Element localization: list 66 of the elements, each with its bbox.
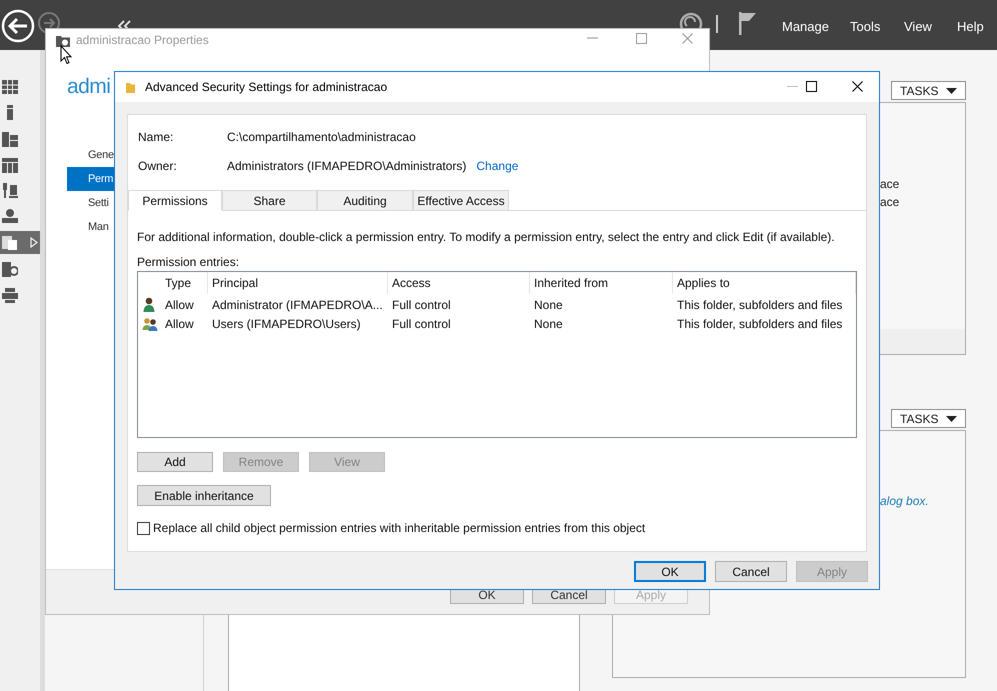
dialog-button[interactable]: Cancel — [715, 561, 787, 582]
user-icon — [142, 297, 158, 312]
table-cell-text: Full control — [391, 316, 452, 332]
sidebar-tool-icon — [2, 288, 18, 303]
sidebar-tool-icon — [2, 208, 18, 223]
table-cell-text: Allow — [164, 296, 195, 314]
checkbox[interactable] — [137, 522, 150, 534]
column-header[interactable]: Applies to — [673, 272, 856, 294]
field-label: Name: — [138, 129, 174, 146]
tasks-dropdown[interactable]: TASKS — [891, 409, 966, 428]
table-cell-text: Administrator (IFMAPEDRO\A... — [211, 296, 384, 314]
column-header[interactable]: Inherited from — [530, 272, 673, 294]
close-button[interactable] — [852, 81, 863, 92]
info-text: For additional information, double-click a permission entry. To modify a permission entry, select the entry and click Edit (if available). — [137, 229, 836, 244]
dialog-button[interactable]: OK — [634, 561, 706, 582]
back-button-icon[interactable] — [1, 9, 36, 44]
tile-text: ace — [880, 194, 900, 211]
nav-item[interactable]: Man — [67, 215, 114, 239]
table-cell-text: None — [533, 316, 564, 332]
window-title: administracao Properties — [76, 32, 209, 49]
field-value: Administrators (IFMAPEDRO\Administrators) — [227, 158, 466, 175]
nav-item[interactable]: Gene — [67, 143, 114, 167]
nav-item[interactable]: Perm — [67, 167, 114, 191]
window-title: Advanced Security Settings for administracao — [145, 79, 388, 96]
sidebar-tool-icon — [2, 158, 18, 173]
checkbox-label: Replace all child object permission entries with inheritable permission entries from this object — [153, 520, 646, 537]
menu-item[interactable]: View — [904, 17, 932, 36]
table-cell-text: This folder, subfolders and files — [676, 296, 844, 314]
tab[interactable]: Effective Access — [413, 190, 509, 211]
tab[interactable]: Share — [222, 190, 317, 211]
column-header[interactable]: Access — [388, 272, 530, 294]
section-label: Permission entries: — [137, 254, 240, 269]
mouse-cursor-icon — [60, 45, 72, 65]
sidebar-tool-icon — [2, 235, 18, 250]
table-cell-text: Users (IFMAPEDRO\Users) — [211, 316, 362, 332]
maximize-button[interactable] — [806, 81, 817, 92]
column-header[interactable]: Type — [161, 272, 208, 294]
folder-icon — [126, 82, 135, 92]
menu-item[interactable]: Help — [957, 17, 984, 36]
list-action-button[interactable]: Add — [137, 452, 213, 472]
flag-icon[interactable] — [739, 12, 756, 35]
page-heading: admi — [67, 74, 110, 100]
sidebar-tool-icon — [2, 132, 18, 147]
enable-inheritance-button[interactable]: Enable inheritance — [137, 485, 271, 506]
shared-folder-icon — [56, 34, 70, 46]
dropdown-caret-icon — [946, 88, 957, 94]
table-cell-text: None — [533, 296, 564, 314]
sidebar-tool-icon — [2, 183, 18, 198]
tile-text: ace — [880, 176, 900, 193]
table-cell-text: Full control — [391, 296, 452, 314]
menu-item[interactable]: Tools — [850, 17, 880, 36]
field-value: C:\compartilhamento\administracao — [227, 129, 416, 146]
field-label: Owner: — [138, 158, 178, 175]
tasks-dropdown[interactable]: TASKS — [891, 81, 966, 100]
tab[interactable]: Permissions — [128, 190, 222, 211]
dropdown-caret-icon — [946, 416, 957, 422]
table-cell-text: This folder, subfolders and files — [676, 316, 844, 332]
column-header[interactable]: Principal — [208, 272, 388, 294]
group-icon — [142, 316, 158, 331]
tab[interactable]: Auditing — [317, 190, 413, 211]
sidebar-item[interactable] — [0, 231, 40, 254]
nav-item[interactable]: Setti — [67, 191, 114, 215]
table-cell-text: Allow — [164, 316, 195, 332]
expand-arrow-icon — [30, 237, 38, 248]
change-link[interactable]: Change — [476, 157, 518, 175]
menu-item[interactable]: Manage — [782, 17, 829, 36]
